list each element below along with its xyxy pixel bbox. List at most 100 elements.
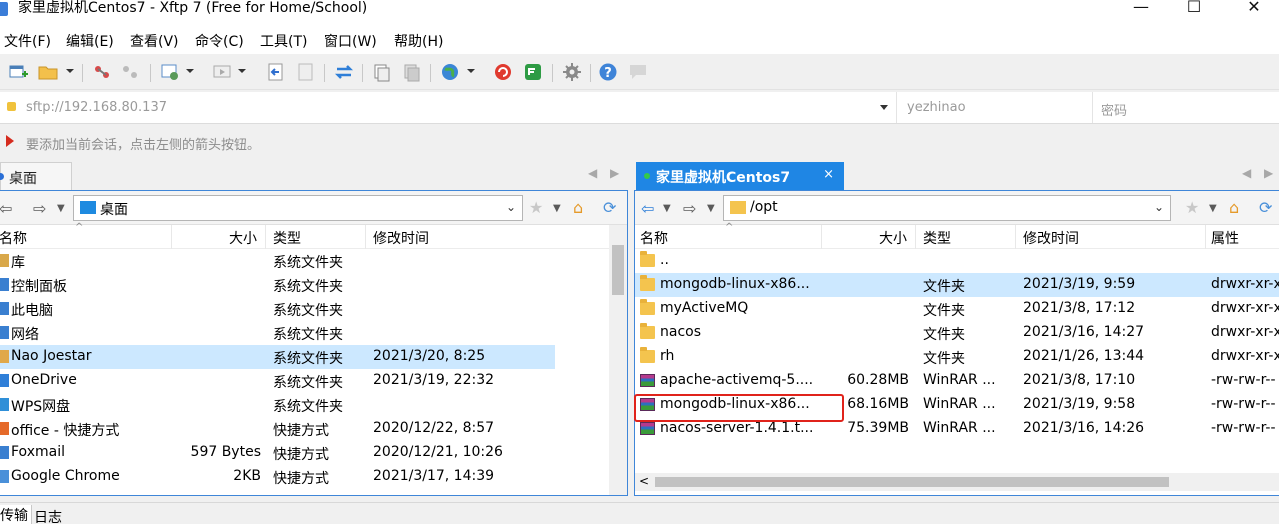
cell-name: apache-activemq-5....	[660, 372, 814, 388]
table-row[interactable]: apache-activemq-5.... 60.28MB WinRAR ... 20…	[635, 369, 1279, 393]
new-session-icon[interactable]	[8, 62, 28, 82]
tab-close-icon[interactable]: ×	[823, 167, 834, 182]
upload-icon[interactable]	[266, 62, 286, 82]
download-icon[interactable]	[296, 62, 316, 82]
chevron-down-icon[interactable]: ⌄	[506, 200, 516, 214]
forward-dropdown-icon[interactable]: ▼	[707, 203, 715, 214]
file-icon	[0, 422, 9, 435]
parent-folder-icon[interactable]: ⌂	[1229, 198, 1239, 217]
paste-icon[interactable]	[402, 62, 422, 82]
close-button[interactable]: ✕	[1231, 0, 1277, 20]
table-row[interactable]: 控制面板 系统文件夹	[0, 273, 555, 297]
xftp-icon[interactable]	[523, 62, 543, 82]
copy-icon[interactable]	[372, 62, 392, 82]
xshell-icon[interactable]	[493, 62, 513, 82]
table-row[interactable]: mongodb-linux-x86... 文件夹 2021/3/19, 9:59 dr…	[635, 273, 1279, 297]
tab-log[interactable]: 日志	[34, 507, 62, 524]
local-path-combo[interactable]: 桌面 ⌄	[73, 195, 523, 221]
scroll-thumb[interactable]	[655, 477, 1169, 487]
back-dropdown-icon[interactable]: ▼	[663, 203, 671, 214]
table-row[interactable]: office - 快捷方式 快捷方式 2020/12/22, 8:57	[0, 417, 555, 441]
help-icon[interactable]: ?	[598, 62, 618, 82]
add-session-arrow-icon[interactable]	[6, 135, 14, 147]
preview-icon[interactable]	[212, 62, 232, 82]
remote-nav-row: ⇦ ▼ ⇨ ▼ /opt ⌄ ★ ▼ ⌂ ⟳	[635, 191, 1279, 225]
refresh-icon[interactable]: ⟳	[603, 198, 616, 217]
col-type[interactable]: 类型	[273, 228, 301, 248]
menu-window[interactable]: 窗口(W)	[324, 31, 377, 51]
address-dropdown-icon[interactable]	[880, 105, 888, 110]
forward-arrow-icon[interactable]: ⇨	[33, 199, 46, 218]
bookmark-dropdown-icon[interactable]: ▼	[1209, 203, 1217, 214]
menu-view[interactable]: 查看(V)	[130, 31, 179, 51]
menu-tools[interactable]: 工具(T)	[260, 31, 307, 51]
gear-icon[interactable]	[562, 62, 582, 82]
menu-edit[interactable]: 编辑(E)	[66, 31, 114, 51]
refresh-icon[interactable]: ⟳	[1259, 198, 1272, 217]
properties-icon[interactable]	[160, 62, 180, 82]
chat-icon[interactable]	[628, 62, 648, 82]
parent-folder-icon[interactable]: ⌂	[573, 198, 583, 217]
tab-next-icon[interactable]: ▶	[610, 166, 619, 180]
cell-modified: 2020/12/21, 10:26	[373, 444, 503, 460]
tab-prev-icon[interactable]: ◀	[588, 166, 597, 180]
tab-transfers[interactable]: 传输	[0, 505, 32, 524]
col-modified[interactable]: 修改时间	[1023, 228, 1079, 248]
col-size[interactable]: 大小	[879, 228, 907, 248]
col-name[interactable]: 名称	[640, 228, 668, 248]
file-icon	[0, 254, 9, 267]
table-row[interactable]: myActiveMQ 文件夹 2021/3/8, 17:12 drwxr-xr-x	[635, 297, 1279, 321]
file-icon	[0, 350, 9, 363]
scroll-thumb[interactable]	[612, 245, 624, 295]
password-field[interactable]: 密码	[1092, 92, 1279, 123]
menu-file[interactable]: 文件(F)	[4, 31, 51, 51]
username-placeholder: yezhinao	[907, 100, 966, 115]
col-attributes[interactable]: 属性	[1211, 228, 1239, 248]
menu-command[interactable]: 命令(C)	[195, 31, 244, 51]
address-input[interactable]: sftp://192.168.80.137	[26, 100, 167, 115]
table-row[interactable]: Nao Joestar 系统文件夹 2021/3/20, 8:25	[0, 345, 555, 369]
menu-help[interactable]: 帮助(H)	[394, 31, 443, 51]
remote-path-combo[interactable]: /opt ⌄	[723, 195, 1171, 221]
minimize-button[interactable]: —	[1118, 0, 1164, 20]
username-field[interactable]: yezhinao	[896, 92, 1092, 123]
table-row[interactable]: Google Chrome 2KB 快捷方式 2021/3/17, 14:39	[0, 465, 555, 489]
col-type[interactable]: 类型	[923, 228, 951, 248]
back-arrow-icon[interactable]: ⇦	[641, 199, 654, 218]
tab-desktop[interactable]: 桌面	[0, 162, 72, 190]
tab-remote-session[interactable]: 家里虚拟机Centos7 ×	[636, 162, 844, 190]
col-modified[interactable]: 修改时间	[373, 228, 429, 248]
table-row[interactable]: WPS网盘 系统文件夹	[0, 393, 555, 417]
table-row[interactable]: rh 文件夹 2021/1/26, 13:44 drwxr-xr-x	[635, 345, 1279, 369]
table-row[interactable]: Foxmail 597 Bytes 快捷方式 2020/12/21, 10:26	[0, 441, 555, 465]
scroll-left-icon[interactable]: <	[639, 474, 649, 488]
history-dropdown-icon[interactable]: ▼	[57, 203, 65, 214]
col-name[interactable]: 名称	[0, 228, 27, 248]
disconnect-icon[interactable]	[120, 62, 140, 82]
table-row[interactable]: 网络 系统文件夹	[0, 321, 555, 345]
table-row[interactable]: ..	[635, 249, 1279, 273]
local-column-header: 名称 ^ 大小 类型 修改时间	[0, 222, 627, 249]
bookmark-dropdown-icon[interactable]: ▼	[553, 203, 561, 214]
chevron-down-icon[interactable]: ⌄	[1154, 200, 1164, 214]
tab-prev-icon[interactable]: ◀	[1242, 166, 1251, 180]
col-size[interactable]: 大小	[229, 228, 257, 248]
tab-next-icon[interactable]: ▶	[1264, 166, 1273, 180]
bookmark-star-icon[interactable]: ★	[529, 198, 543, 217]
maximize-button[interactable]: ☐	[1171, 0, 1217, 20]
back-arrow-icon[interactable]: ⇦	[0, 199, 12, 218]
remote-horizontal-scrollbar[interactable]: <	[635, 473, 1279, 491]
bookmark-star-icon[interactable]: ★	[1185, 198, 1199, 217]
table-row[interactable]: 此电脑 系统文件夹	[0, 297, 555, 321]
globe-icon[interactable]	[440, 62, 460, 82]
session-hint-bar: 要添加当前会话，点击左侧的箭头按钮。	[0, 125, 1279, 159]
table-row[interactable]: 库 系统文件夹	[0, 249, 555, 273]
table-row[interactable]: nacos 文件夹 2021/3/16, 14:27 drwxr-xr-x	[635, 321, 1279, 345]
sync-icon[interactable]	[334, 62, 354, 82]
local-vertical-scrollbar[interactable]	[609, 225, 627, 495]
table-row[interactable]: OneDrive 系统文件夹 2021/3/19, 22:32	[0, 369, 555, 393]
connect-icon[interactable]	[92, 62, 112, 82]
cell-type: 系统文件夹	[273, 399, 343, 415]
open-folder-icon[interactable]	[38, 62, 58, 82]
forward-arrow-icon[interactable]: ⇨	[683, 199, 696, 218]
